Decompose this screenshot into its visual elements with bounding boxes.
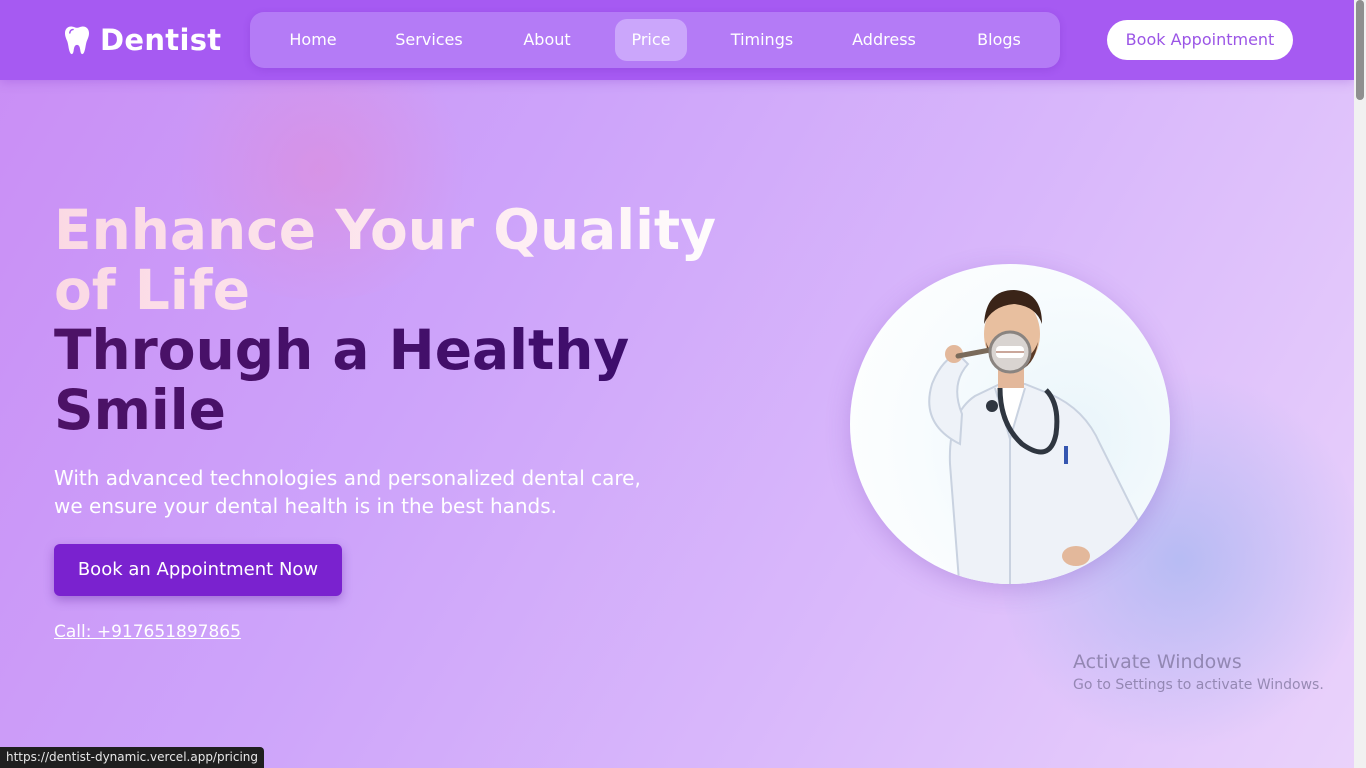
link-preview-status-bar: https://dentist-dynamic.vercel.app/prici… (0, 747, 265, 768)
book-appointment-button[interactable]: Book Appointment (1107, 20, 1293, 60)
nav-item-timings[interactable]: Timings (722, 19, 802, 61)
hero-title-line-2: Through a Healthy Smile (54, 320, 754, 440)
nav-item-price[interactable]: Price (615, 19, 687, 61)
page-scrollbar[interactable] (1354, 0, 1366, 768)
scrollbar-thumb[interactable] (1356, 0, 1364, 100)
hero-title: Enhance Your Quality of Life Through a H… (54, 200, 754, 440)
nav-item-blogs[interactable]: Blogs (968, 19, 1030, 61)
nav-item-services[interactable]: Services (386, 19, 472, 61)
watermark-subtitle: Go to Settings to activate Windows. (1073, 677, 1324, 693)
brand-logo[interactable]: Dentist (64, 22, 221, 58)
watermark-title: Activate Windows (1073, 651, 1242, 673)
dentist-image (850, 264, 1170, 584)
brand-name: Dentist (100, 23, 222, 57)
nav-item-address[interactable]: Address (842, 19, 926, 61)
hero-title-line-1: Enhance Your Quality of Life (54, 200, 754, 320)
nav-item-home[interactable]: Home (278, 19, 348, 61)
call-phone-link[interactable]: Call: +917651897865 (54, 622, 241, 642)
tooth-icon (64, 25, 90, 55)
nav-item-about[interactable]: About (512, 19, 582, 61)
dentist-illustration (928, 290, 1143, 584)
windows-activation-watermark: Activate Windows Go to Settings to activ… (1073, 650, 1324, 695)
main-nav: Home Services About Price Timings Addres… (250, 12, 1060, 68)
hero-description: With advanced technologies and personali… (54, 466, 641, 518)
site-header: Dentist Home Services About Price Timing… (0, 0, 1354, 80)
book-appointment-now-button[interactable]: Book an Appointment Now (54, 544, 342, 596)
